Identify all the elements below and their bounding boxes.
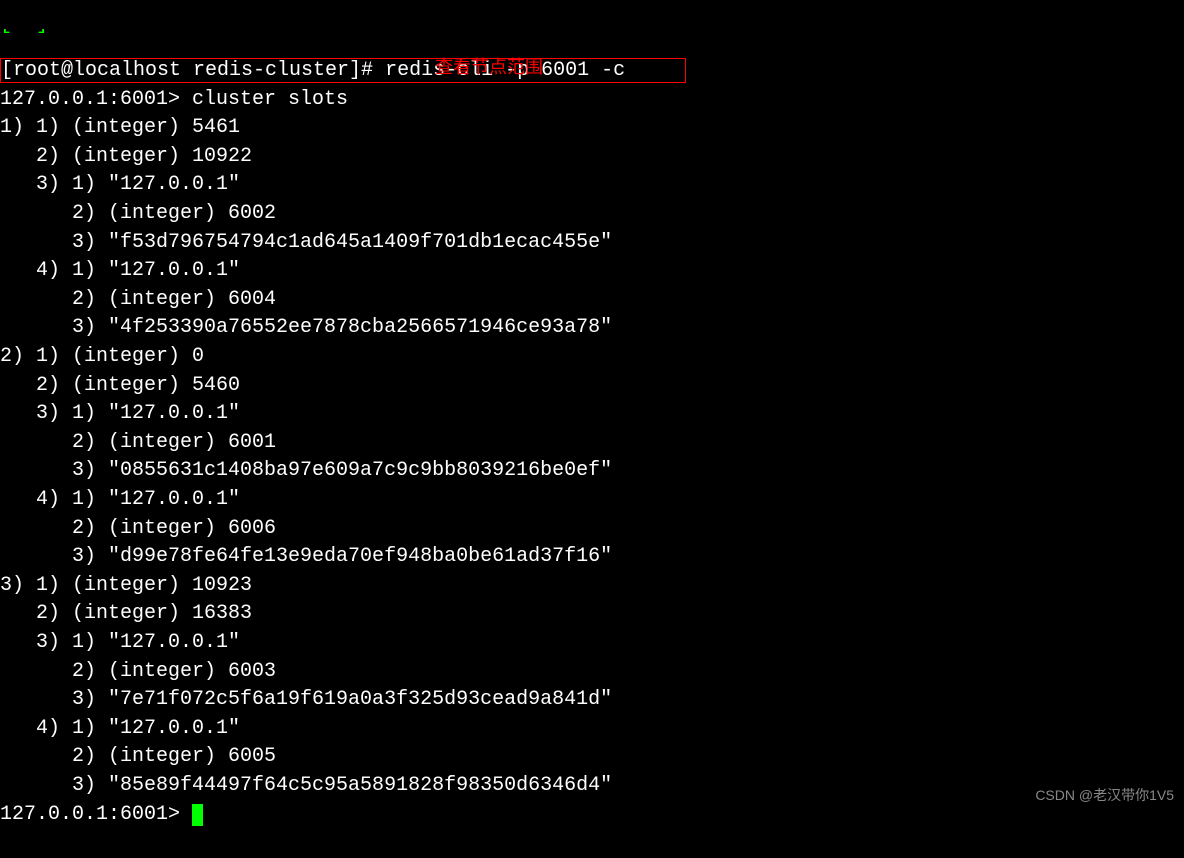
- output-line: 2) 1) (integer) 0: [0, 343, 1184, 372]
- output-line: 1) 1) (integer) 5461: [0, 114, 1184, 143]
- command-highlight-box: [root@localhost redis-cluster]# redis-cl…: [0, 58, 686, 83]
- output-line: 2) (integer) 6001: [0, 429, 1184, 458]
- redis-cli-prompt: 127.0.0.1:6001>: [0, 88, 192, 111]
- output-line: 2) (integer) 6006: [0, 515, 1184, 544]
- redis-cli-prompt-final[interactable]: 127.0.0.1:6001>: [0, 803, 192, 826]
- output-line: 4) 1) "127.0.0.1": [0, 257, 1184, 286]
- output-line: 4) 1) "127.0.0.1": [0, 715, 1184, 744]
- output-line: 4) 1) "127.0.0.1": [0, 486, 1184, 515]
- output-line: 2) (integer) 5460: [0, 372, 1184, 401]
- output-line: 3) 1) "127.0.0.1": [0, 171, 1184, 200]
- output-line: 3) 1) (integer) 10923: [0, 572, 1184, 601]
- output-line: 3) 1) "127.0.0.1": [0, 400, 1184, 429]
- output-line: 2) (integer) 6004: [0, 286, 1184, 315]
- output-line: 3) "7e71f072c5f6a19f619a0a3f325d93cead9a…: [0, 686, 1184, 715]
- output-line: 3) "d99e78fe64fe13e9eda70ef948ba0be61ad3…: [0, 543, 1184, 572]
- terminal-output: [OK] All 16384 slots covered. [root@local…: [0, 0, 1184, 858]
- redis-cli-command[interactable]: cluster slots: [192, 88, 348, 111]
- output-line: 2) (integer) 6005: [0, 743, 1184, 772]
- output-line: 2) (integer) 10922: [0, 143, 1184, 172]
- output-line: 2) (integer) 16383: [0, 600, 1184, 629]
- output-line: 3) 1) "127.0.0.1": [0, 629, 1184, 658]
- shell-prompt: [root@localhost redis-cluster]#: [1, 59, 385, 82]
- output-line: 3) "0855631c1408ba97e609a7c9c9bb8039216b…: [0, 457, 1184, 486]
- output-line: 2) (integer) 6003: [0, 658, 1184, 687]
- watermark-text: CSDN @老汉带你1V5: [1035, 785, 1174, 805]
- output-line: 3) "85e89f44497f64c5c95a5891828f98350d63…: [0, 772, 1184, 801]
- output-line: 2) (integer) 6002: [0, 200, 1184, 229]
- partial-top-line: [OK] All 16384 slots covered.: [0, 29, 348, 36]
- output-line: 3) "f53d796754794c1ad645a1409f701db1ecac…: [0, 229, 1184, 258]
- annotation-label: 查看节点范围: [435, 55, 543, 81]
- output-line: 3) "4f253390a76552ee7878cba2566571946ce9…: [0, 314, 1184, 343]
